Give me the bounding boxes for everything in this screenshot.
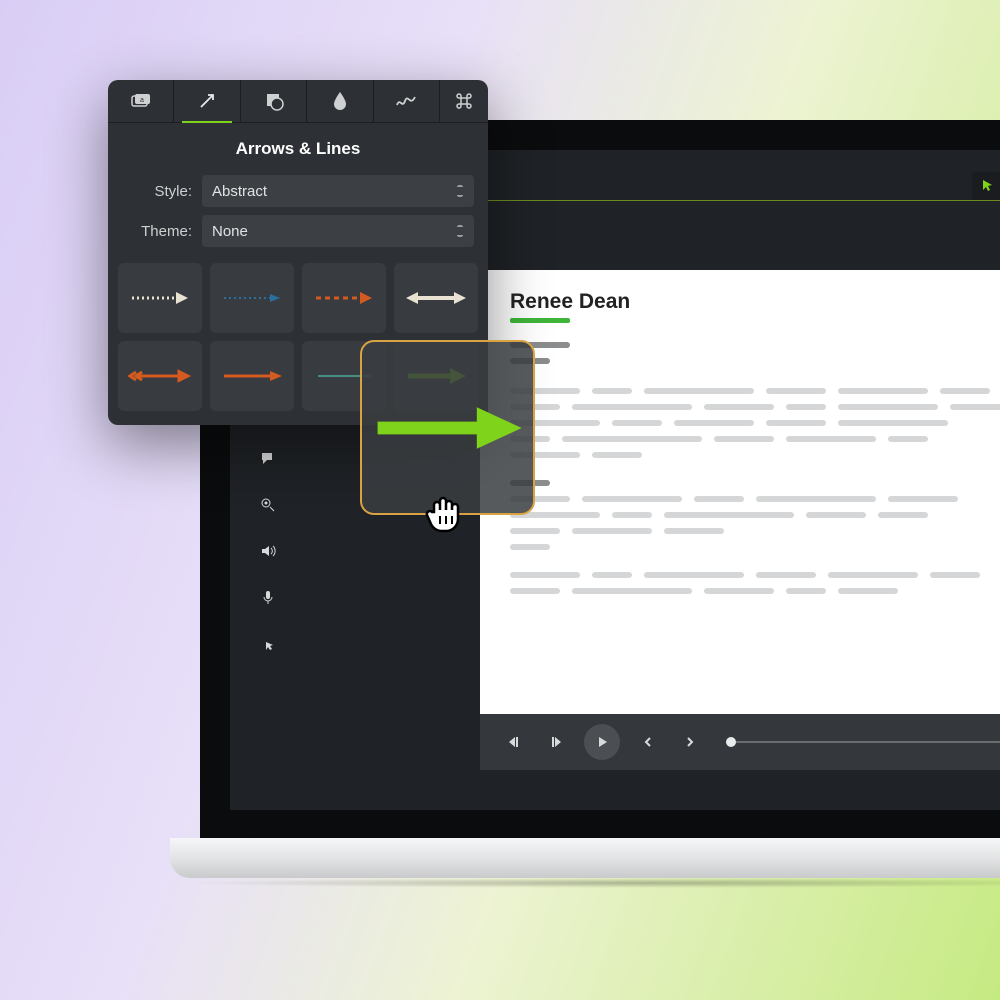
arrow-style-double-white[interactable] <box>394 263 478 333</box>
drag-preview <box>360 340 535 515</box>
grab-cursor-icon <box>420 490 470 545</box>
canvas-area[interactable]: Renee Dean <box>480 270 1000 730</box>
prev-button[interactable] <box>634 728 662 756</box>
tab-blur[interactable] <box>307 80 373 122</box>
theme-select[interactable]: None <box>202 215 474 247</box>
target-tool-icon[interactable] <box>259 496 277 514</box>
arrow-style-dotted-white[interactable] <box>118 263 202 333</box>
laptop-base <box>170 838 1000 878</box>
arrow-style-dotted-blue[interactable] <box>210 263 294 333</box>
popover-title: Arrows & Lines <box>108 123 488 171</box>
step-fwd-button[interactable] <box>542 728 570 756</box>
mic-tool-icon[interactable] <box>259 588 277 606</box>
tab-shape[interactable] <box>241 80 307 122</box>
step-back-button[interactable] <box>500 728 528 756</box>
arrow-style-solid-orange[interactable] <box>210 341 294 411</box>
play-button[interactable] <box>584 724 620 760</box>
tab-text[interactable]: a <box>108 80 174 122</box>
playback-bar <box>480 714 1000 770</box>
tab-scribble[interactable] <box>374 80 440 122</box>
tab-command[interactable] <box>440 80 488 122</box>
arrow-style-feather-orange[interactable] <box>118 341 202 411</box>
placeholder-text <box>510 342 1000 604</box>
callout-tool-icon[interactable] <box>259 450 277 468</box>
document-title: Renee Dean <box>510 290 630 314</box>
svg-text:a: a <box>140 97 144 104</box>
laptop-shadow <box>180 878 1000 888</box>
title-underline <box>510 318 570 323</box>
canvas-mini-toolbar <box>972 172 1000 200</box>
select-tool-icon[interactable] <box>978 176 998 196</box>
next-button[interactable] <box>676 728 704 756</box>
arrow-style-dashed-orange[interactable] <box>302 263 386 333</box>
style-label: Style: <box>122 183 192 200</box>
tab-arrow[interactable] <box>174 80 240 122</box>
click-tool-icon[interactable] <box>259 634 277 652</box>
theme-label: Theme: <box>122 223 192 240</box>
sound-tool-icon[interactable] <box>259 542 277 560</box>
popover-tabs: a <box>108 80 488 123</box>
timeline-scrubber[interactable] <box>726 741 1000 743</box>
side-toolbar <box>248 450 288 652</box>
style-select[interactable]: Abstract <box>202 175 474 207</box>
